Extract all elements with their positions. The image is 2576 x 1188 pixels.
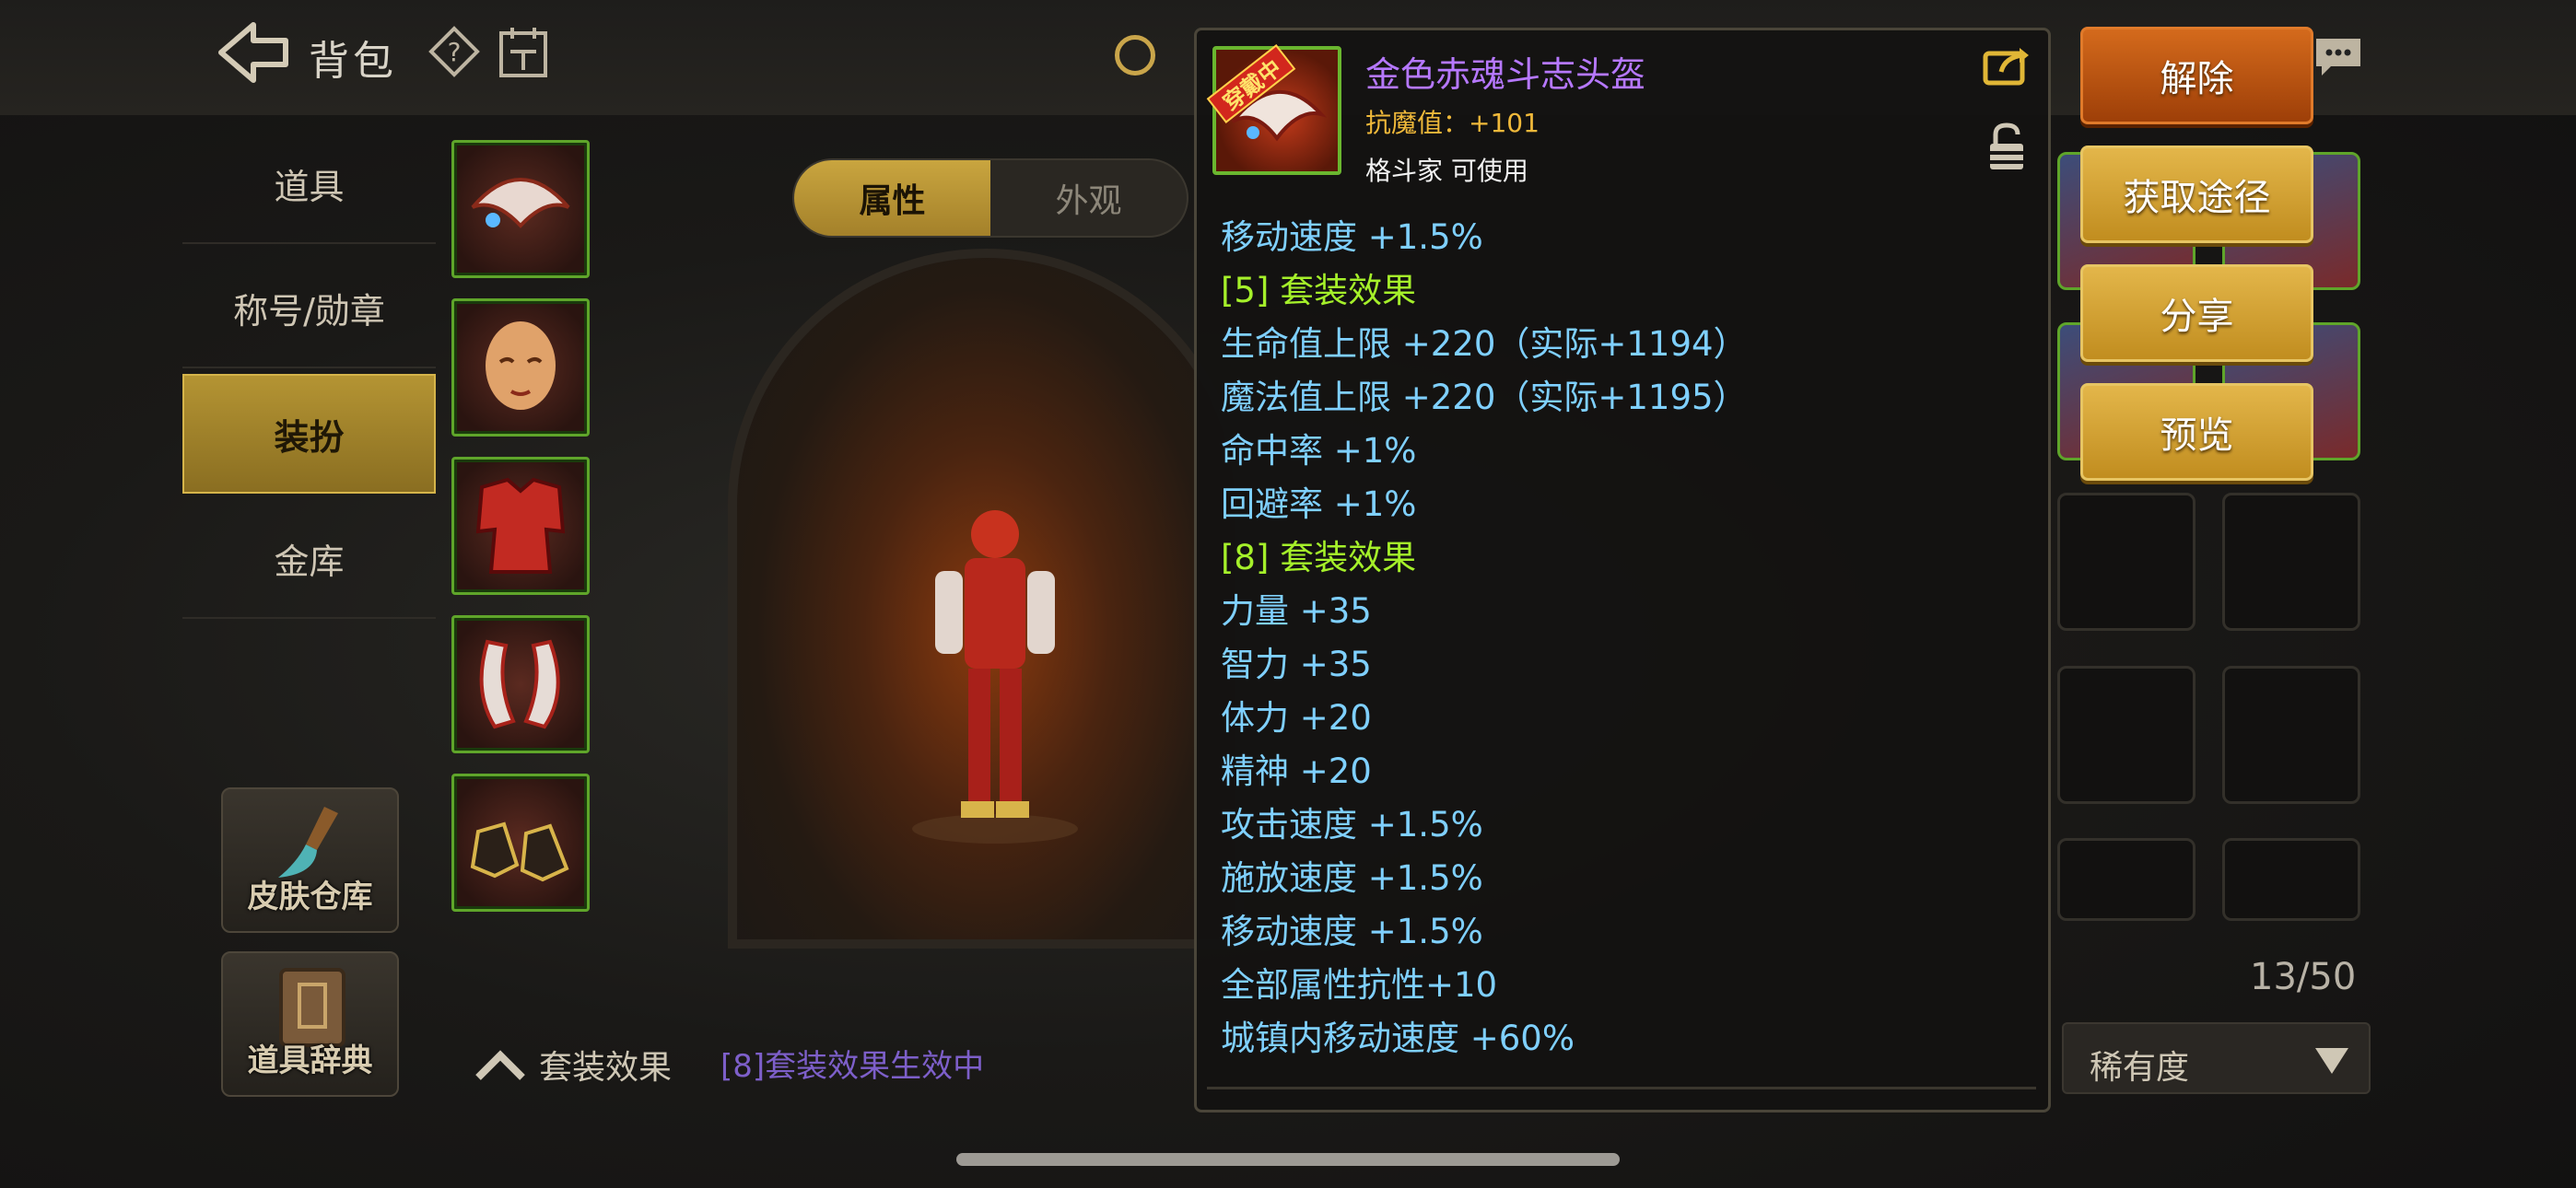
stat-line: 智力 +35: [1221, 645, 1372, 684]
stat-line: 力量 +35: [1221, 591, 1372, 631]
stat-line: 生命值上限 +220（实际+1194）: [1221, 324, 1748, 364]
skin-warehouse-label: 皮肤仓库: [247, 879, 373, 915]
equip-slot-shoes[interactable]: [451, 774, 590, 912]
remove-button[interactable]: 解除: [2080, 27, 2313, 124]
stat-line: 施放速度 +1.5%: [1221, 858, 1483, 898]
inventory-slot[interactable]: [2222, 666, 2360, 804]
item-dictionary-label: 道具辞典: [247, 1042, 373, 1079]
item-dictionary-button[interactable]: 道具辞典: [221, 951, 399, 1097]
nav-item-props[interactable]: 道具: [182, 124, 436, 244]
obtain-method-button[interactable]: 获取途径: [2080, 146, 2313, 243]
character-model: [912, 510, 1078, 844]
dropdown-arrow-icon: [2315, 1048, 2348, 1074]
inventory-count: 13/50: [2250, 956, 2357, 998]
tab-appearance[interactable]: 外观: [990, 160, 1187, 236]
shoes-icon: [470, 821, 569, 882]
stat-line: 全部属性抗性+10: [1221, 965, 1498, 1005]
stat-line: 精神 +20: [1221, 751, 1372, 791]
face-icon: [486, 321, 556, 410]
stat-line: 城镇内移动速度 +60%: [1221, 1019, 1575, 1058]
helmet-icon: [471, 178, 570, 228]
stat-line: 攻击速度 +1.5%: [1221, 805, 1483, 844]
tab-attributes[interactable]: 属性: [794, 160, 990, 236]
equip-slot-gloves[interactable]: [451, 615, 590, 753]
item-magic-resist: 抗魔值：+101: [1365, 108, 1540, 138]
item-name: 金色赤魂斗志头盔: [1365, 54, 1646, 95]
view-tabs: 属性 外观: [792, 158, 1188, 238]
svg-text:?: ?: [448, 37, 462, 67]
stat-line: 移动速度 +1.5%: [1221, 912, 1483, 951]
item-class-restriction: 格斗家 可使用: [1365, 156, 1528, 186]
back-arrow-icon[interactable]: [217, 20, 290, 85]
skin-warehouse-button[interactable]: 皮肤仓库: [221, 787, 399, 933]
help-icon[interactable]: ?: [428, 26, 480, 77]
set-effect-toggle[interactable]: 套装效果: [539, 1041, 672, 1089]
chat-icon[interactable]: [2313, 35, 2364, 79]
nav-item-vault[interactable]: 金库: [182, 499, 436, 619]
page-title: 背包: [309, 38, 397, 85]
nav-item-titles[interactable]: 称号/勋章: [182, 249, 436, 368]
unlock-icon[interactable]: [1986, 122, 2027, 173]
currency-icon: [1115, 35, 1155, 76]
equip-slot-face[interactable]: [451, 298, 590, 437]
inventory-slot[interactable]: [2057, 666, 2195, 804]
stat-line: 魔法值上限 +220（实际+1195）: [1221, 378, 1748, 417]
equip-slot-helmet[interactable]: [451, 140, 590, 278]
share-button[interactable]: 分享: [2080, 264, 2313, 362]
stat-line: 命中率 +1%: [1221, 431, 1417, 471]
inventory-slot[interactable]: [2057, 838, 2195, 921]
chevron-up-icon[interactable]: [474, 1048, 526, 1081]
equip-slot-top[interactable]: [451, 457, 590, 595]
top-armor-icon: [475, 477, 566, 574]
inventory-slot[interactable]: [2222, 493, 2360, 631]
nav-item-costume[interactable]: 装扮: [182, 374, 436, 494]
preview-button[interactable]: 预览: [2080, 383, 2313, 481]
tooltip-divider: [1207, 1087, 2036, 1089]
set-effect-header: [8] 套装效果: [1221, 538, 1417, 577]
stat-line: 体力 +20: [1221, 698, 1372, 738]
inventory-slot[interactable]: [2057, 493, 2195, 631]
inventory-slot[interactable]: [2222, 838, 2360, 921]
home-indicator[interactable]: [956, 1153, 1620, 1166]
sort-dropdown-label: 稀有度: [2090, 1049, 2190, 1087]
set-effect-header: [5] 套装效果: [1221, 271, 1417, 310]
set-effect-status: [8]套装效果生效中: [720, 1048, 985, 1085]
share-icon[interactable]: [1983, 44, 2031, 87]
stat-line: 移动速度 +1.5%: [1221, 217, 1483, 257]
calendar-icon[interactable]: [496, 24, 551, 79]
stat-line: 回避率 +1%: [1221, 484, 1417, 524]
gloves-icon: [479, 639, 560, 729]
sort-dropdown[interactable]: 稀有度: [2062, 1022, 2371, 1094]
